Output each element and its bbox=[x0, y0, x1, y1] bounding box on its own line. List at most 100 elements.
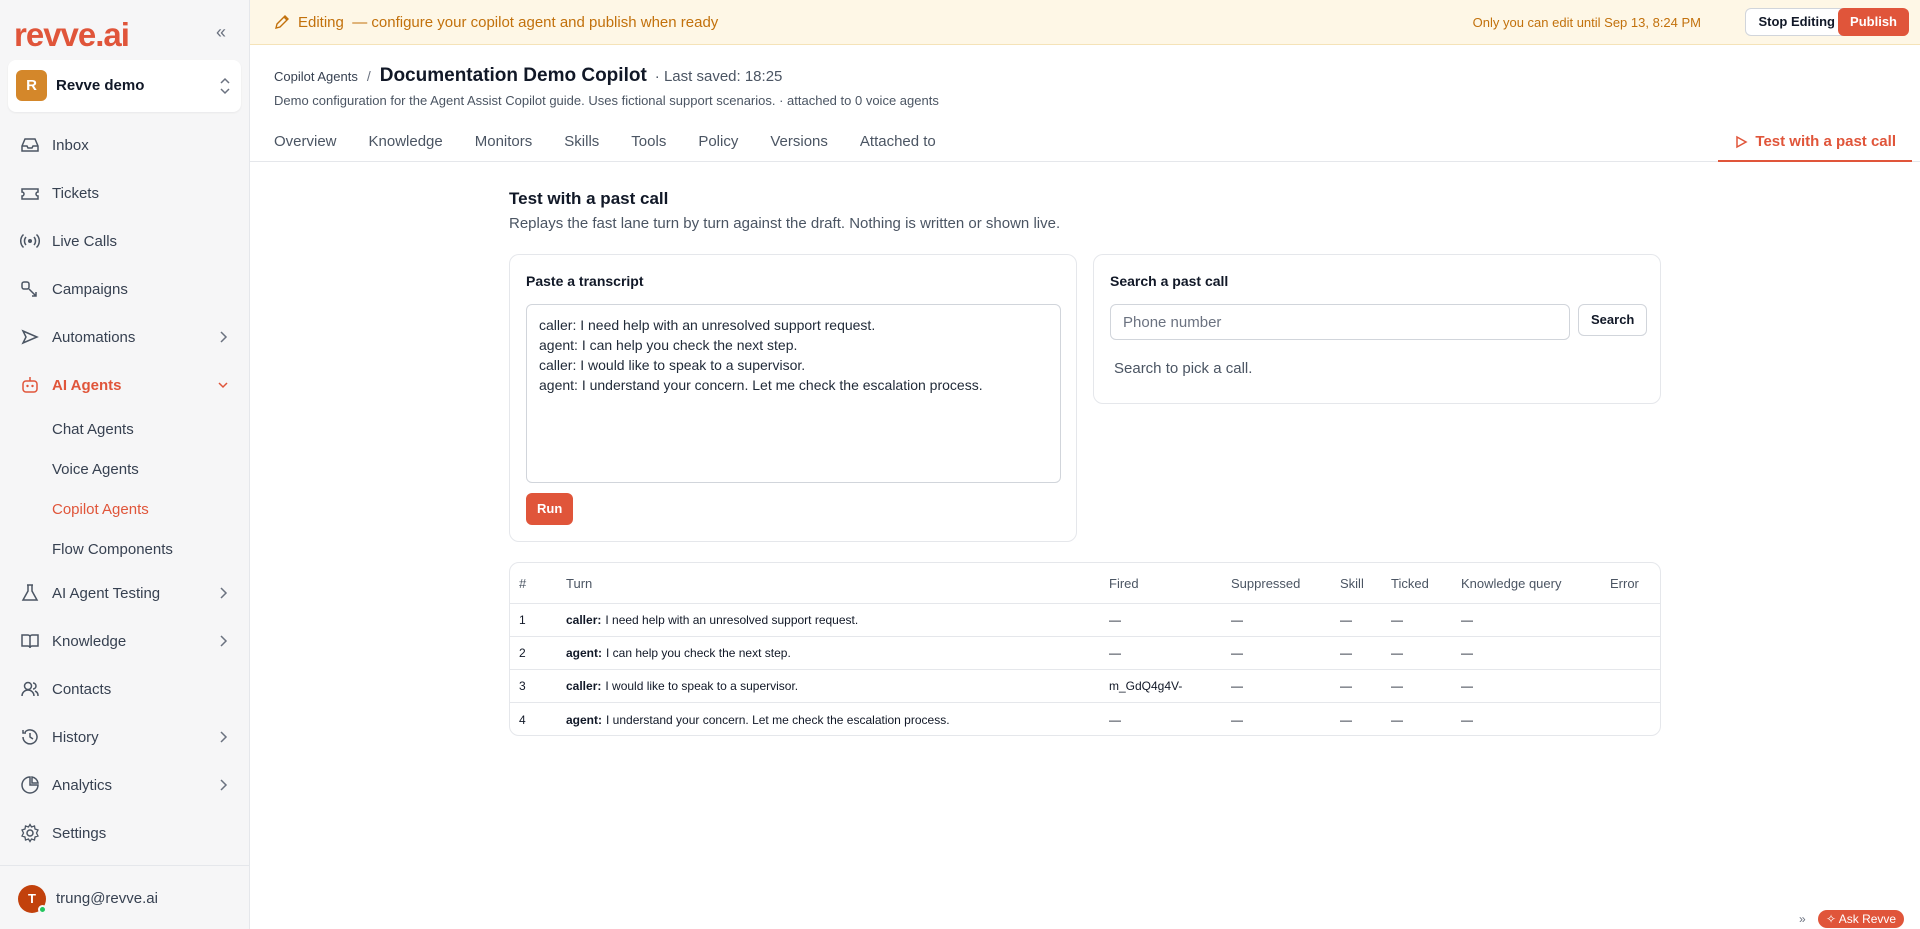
sidebar-subitem-copilot-agents[interactable]: Copilot Agents bbox=[8, 489, 241, 529]
sidebar-item-ai-agent-testing[interactable]: AI Agent Testing bbox=[8, 569, 241, 617]
table-row: 3 caller: I would like to speak to a supe… bbox=[510, 670, 1660, 703]
row-number: 4 bbox=[519, 712, 526, 727]
sidebar: revve.ai « R Revve demo Inbox Tickets Li… bbox=[0, 0, 250, 929]
sidebar-item-label: Analytics bbox=[52, 776, 113, 794]
column-header-number: # bbox=[519, 575, 527, 591]
user-menu[interactable]: T trung@revve.ai bbox=[0, 865, 249, 929]
table-row: 1 caller: I need help with an unresolved … bbox=[510, 604, 1660, 637]
table-header-row: # Turn Fired Suppressed Skill Ticked Kno… bbox=[510, 563, 1660, 604]
sidebar-subitem-voice-agents[interactable]: Voice Agents bbox=[8, 449, 241, 489]
turn-cell: agent: I understand your concern. Let me … bbox=[566, 703, 950, 735]
search-card-title: Search a past call bbox=[1110, 273, 1229, 289]
brand-logo: revve.ai bbox=[14, 16, 130, 53]
workspace-name: Revve demo bbox=[56, 77, 145, 94]
skill-cell: — bbox=[1340, 679, 1352, 693]
column-header-fired: Fired bbox=[1109, 575, 1139, 591]
skill-cell: — bbox=[1340, 613, 1352, 627]
run-button[interactable]: Run bbox=[526, 493, 574, 525]
breadcrumb: Copilot Agents / Documentation Demo Copi… bbox=[274, 65, 782, 87]
turn-text: I need help with an unresolved support r… bbox=[605, 613, 859, 627]
turn-text: I understand your concern. Let me check … bbox=[606, 712, 950, 727]
sidebar-item-label: Live Calls bbox=[52, 232, 118, 250]
search-button[interactable]: Search bbox=[1578, 304, 1648, 336]
sidebar-item-contacts[interactable]: Contacts bbox=[8, 665, 241, 713]
sidebar-item-history[interactable]: History bbox=[8, 713, 241, 761]
sidebar-item-label: Knowledge bbox=[52, 632, 127, 650]
sidebar-item-label: Inbox bbox=[52, 136, 89, 154]
chevron-right-icon bbox=[220, 587, 228, 599]
sidebar-item-inbox[interactable]: Inbox bbox=[8, 121, 241, 169]
sidebar-item-analytics[interactable]: Analytics bbox=[8, 761, 241, 809]
tab-label: Test with a past call bbox=[1755, 133, 1896, 150]
sidebar-item-tickets[interactable]: Tickets bbox=[8, 169, 241, 217]
tab-versions[interactable]: Versions bbox=[770, 133, 828, 150]
search-past-call-card: Search a past call Search Search to pick… bbox=[1093, 254, 1661, 404]
automation-icon bbox=[20, 327, 40, 347]
phone-number-input[interactable] bbox=[1110, 304, 1570, 340]
suppressed-cell: — bbox=[1231, 613, 1243, 627]
speaker-label: caller: bbox=[566, 613, 602, 627]
publish-button[interactable]: Publish bbox=[1838, 8, 1909, 36]
fired-cell: m_GdQ4g4V- bbox=[1109, 679, 1183, 693]
row-number: 3 bbox=[519, 679, 526, 693]
sidebar-subitem-flow-components[interactable]: Flow Components bbox=[8, 529, 241, 569]
editing-banner: Editing — configure your copilot agent a… bbox=[250, 0, 1920, 45]
tab-knowledge[interactable]: Knowledge bbox=[369, 133, 443, 150]
suppressed-cell: — bbox=[1231, 646, 1243, 660]
tab-overview[interactable]: Overview bbox=[274, 133, 337, 150]
tab-monitors[interactable]: Monitors bbox=[475, 133, 533, 150]
column-header-turn: Turn bbox=[566, 575, 593, 591]
broadcast-icon bbox=[20, 231, 40, 251]
sidebar-item-campaigns[interactable]: Campaigns bbox=[8, 265, 241, 313]
tab-tools[interactable]: Tools bbox=[631, 133, 666, 150]
analytics-icon bbox=[20, 775, 40, 795]
tab-test-with-past-call[interactable]: Test with a past call bbox=[1718, 124, 1912, 162]
sidebar-item-label: Settings bbox=[52, 824, 107, 842]
column-header-error: Error bbox=[1610, 575, 1639, 591]
tab-policy[interactable]: Policy bbox=[698, 133, 738, 150]
workspace-switcher[interactable]: R Revve demo bbox=[8, 60, 241, 112]
expand-chevron-icon[interactable]: » bbox=[1799, 912, 1806, 926]
chevron-right-icon bbox=[220, 731, 228, 743]
sidebar-subitem-chat-agents[interactable]: Chat Agents bbox=[8, 409, 241, 449]
workspace-avatar: R bbox=[16, 70, 47, 101]
tab-attached-to[interactable]: Attached to bbox=[860, 133, 936, 150]
ask-revve-button[interactable]: ✧ Ask Revve bbox=[1818, 910, 1905, 928]
sidebar-item-settings[interactable]: Settings bbox=[8, 809, 241, 857]
user-email: trung@revve.ai bbox=[56, 890, 158, 907]
collapse-sidebar-icon[interactable]: « bbox=[212, 23, 230, 42]
app-root: revve.ai « R Revve demo Inbox Tickets Li… bbox=[0, 0, 1920, 929]
ticked-cell: — bbox=[1391, 712, 1403, 727]
sidebar-item-knowledge[interactable]: Knowledge bbox=[8, 617, 241, 665]
campaign-icon bbox=[20, 279, 40, 299]
skill-cell: — bbox=[1340, 646, 1352, 660]
turn-text: I can help you check the next step. bbox=[606, 646, 791, 660]
sidebar-item-automations[interactable]: Automations bbox=[8, 313, 241, 361]
sidebar-item-label: Automations bbox=[52, 328, 136, 346]
column-header-suppressed: Suppressed bbox=[1231, 575, 1301, 591]
transcript-textarea[interactable]: caller: I need help with an unresolved s… bbox=[526, 304, 1061, 483]
row-number: 1 bbox=[519, 613, 526, 627]
column-header-ticked: Ticked bbox=[1391, 575, 1429, 591]
stop-editing-button[interactable]: Stop Editing bbox=[1745, 8, 1848, 36]
skill-cell: — bbox=[1340, 712, 1352, 727]
sparkle-icon: ✧ bbox=[1826, 912, 1837, 926]
turn-cell: caller: I would like to speak to a superv… bbox=[566, 670, 798, 702]
online-status-indicator bbox=[38, 905, 47, 914]
sidebar-item-label: History bbox=[52, 728, 99, 746]
sidebar-nav: Inbox Tickets Live Calls Campaigns Autom… bbox=[8, 121, 241, 857]
knowledge-query-cell: — bbox=[1461, 712, 1473, 727]
speaker-label: agent: bbox=[566, 712, 602, 727]
sidebar-item-live-calls[interactable]: Live Calls bbox=[8, 217, 241, 265]
pencil-icon bbox=[275, 15, 289, 29]
knowledge-query-cell: — bbox=[1461, 679, 1473, 693]
chevron-down-icon bbox=[218, 382, 228, 389]
tab-skills[interactable]: Skills bbox=[564, 133, 599, 150]
section-title: Test with a past call bbox=[509, 189, 669, 208]
robot-icon bbox=[20, 375, 40, 395]
table-row: 2 agent: I can help you check the next st… bbox=[510, 637, 1660, 670]
column-header-skill: Skill bbox=[1340, 575, 1364, 591]
sidebar-item-ai-agents[interactable]: AI Agents bbox=[8, 361, 241, 409]
breadcrumb-copilot-agents[interactable]: Copilot Agents bbox=[274, 69, 358, 84]
contacts-icon bbox=[20, 679, 40, 699]
